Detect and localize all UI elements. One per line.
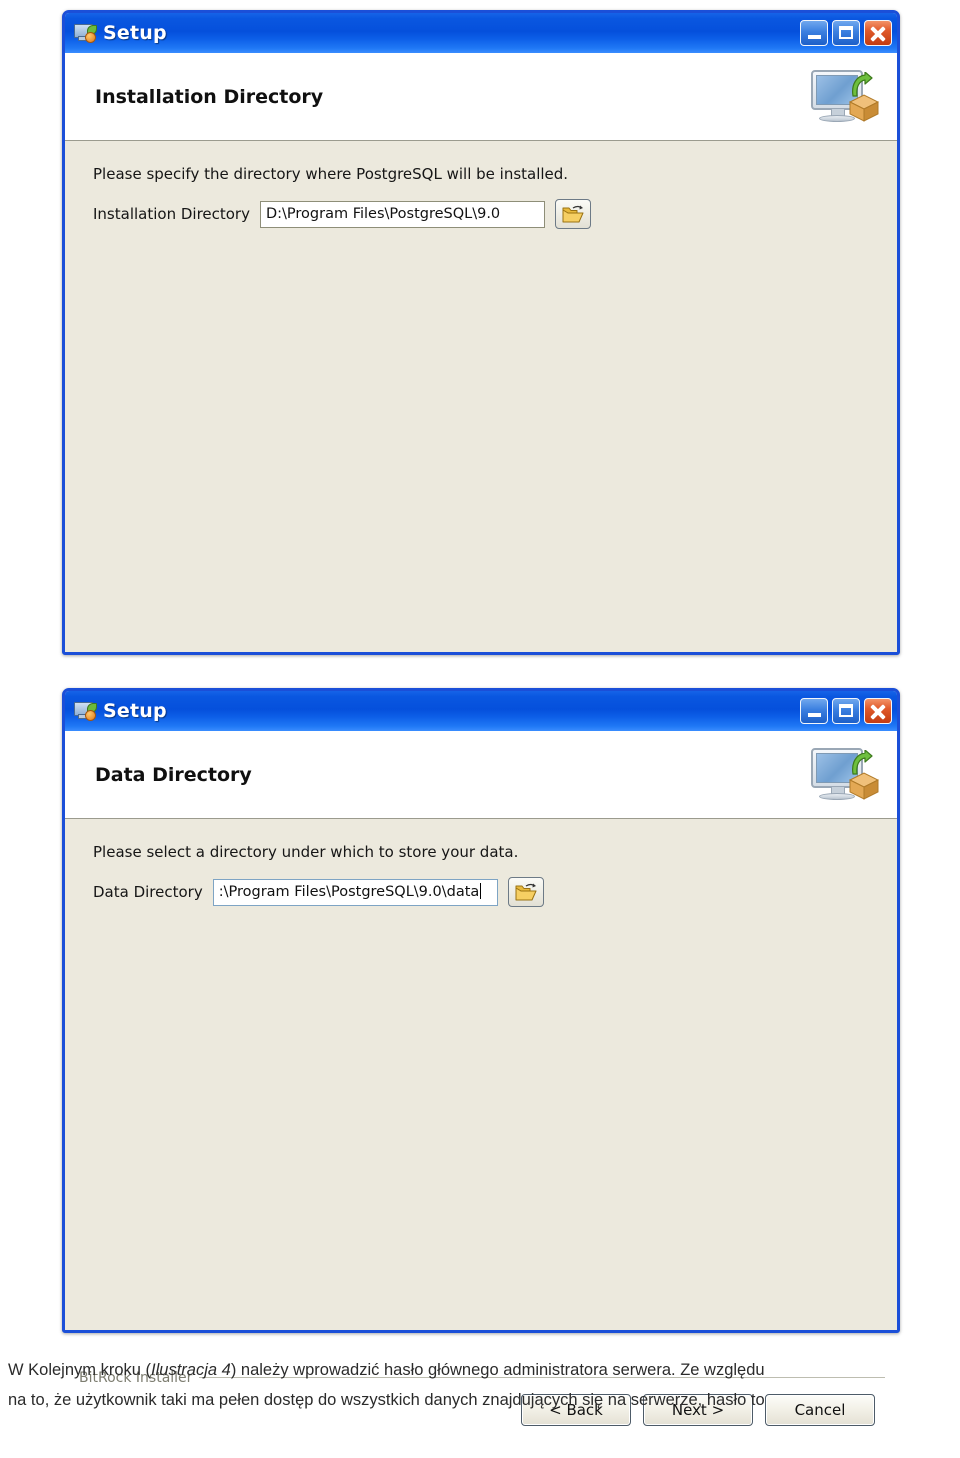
browse-folder-button[interactable] [507,877,544,907]
close-icon[interactable] [864,698,892,724]
maximize-icon[interactable] [832,20,860,46]
minimize-icon[interactable] [800,698,828,724]
page-title: Data Directory [95,763,252,786]
window-title: Setup [103,699,167,722]
data-directory-input[interactable]: :\Program Files\PostgreSQL\9.0\data [212,878,498,906]
window-controls [800,20,892,46]
title-bar[interactable]: Setup [65,13,897,53]
dialog-header: Data Directory [65,731,897,819]
body-paragraph: W Kolejnym kroku (Ilustracja 4) należy w… [8,1355,956,1415]
open-folder-icon [515,883,537,900]
instruction-text: Please specify the directory where Postg… [93,165,569,183]
installation-directory-input[interactable]: D:\Program Files\PostgreSQL\9.0 [259,200,545,228]
data-directory-input-value: :\Program Files\PostgreSQL\9.0\data [218,883,480,900]
field-label: Installation Directory [93,205,250,223]
minimize-icon[interactable] [800,20,828,46]
paragraph-line-2: na to, że użytkownik taki ma pełen dostę… [8,1391,765,1409]
open-folder-icon [562,205,584,222]
window-title: Setup [103,21,167,44]
data-directory-field-row: Data Directory :\Program Files\PostgreSQ… [93,877,869,907]
dialog-header: Installation Directory [65,53,897,141]
installation-directory-field-row: Installation Directory D:\Program Files\… [93,199,869,229]
text-caret [480,882,482,899]
title-bar[interactable]: Setup [65,691,897,731]
setup-window-installation-directory: Setup Installation Directory Please spec… [62,10,900,748]
package-box-icon [849,771,879,800]
instruction-text: Please select a directory under which to… [93,843,519,861]
dialog-content: Please specify the directory where Postg… [65,141,897,780]
line1-italic: Ilustracja 4 [151,1361,231,1379]
installer-graphic-icon [809,66,885,128]
setup-window-data-directory: Setup Data Directory Please select a dir… [62,688,900,1426]
close-icon[interactable] [864,20,892,46]
page-title: Installation Directory [95,85,324,108]
installer-graphic-icon [809,744,885,806]
window-controls [800,698,892,724]
maximize-icon[interactable] [832,698,860,724]
browse-folder-button[interactable] [554,199,591,229]
line1-pre: W Kolejnym kroku ( [8,1361,152,1379]
paragraph-line-1: W Kolejnym kroku (Ilustracja 4) należy w… [8,1355,956,1385]
setup-app-icon [74,23,97,43]
package-box-icon [849,93,879,122]
setup-app-icon [74,701,97,721]
field-label: Data Directory [93,883,203,901]
line1-post: ) należy wprowadzić hasło głównego admin… [230,1361,765,1379]
